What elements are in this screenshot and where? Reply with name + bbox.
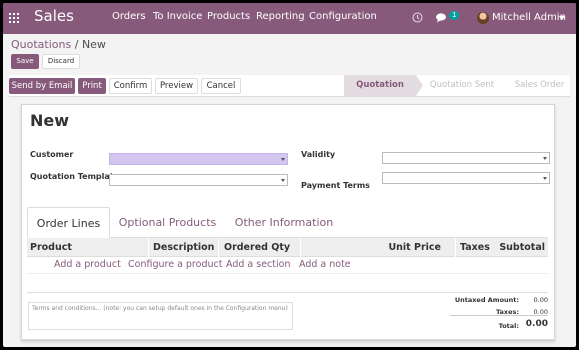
chevron-down-icon[interactable] (281, 179, 285, 182)
quotation-template-field[interactable] (109, 174, 288, 186)
menu-products[interactable]: Products (207, 11, 250, 22)
messages-icon[interactable] (436, 13, 448, 26)
status-sales-order[interactable]: Sales Order (509, 75, 570, 96)
status-quotation[interactable]: Quotation (344, 75, 416, 96)
configure-product-link[interactable]: Configure a product (128, 259, 222, 270)
app-window: Sales Orders To Invoice Products Reporti… (3, 3, 576, 347)
col-description[interactable]: Description (148, 238, 218, 257)
total-value: 0.00 (525, 319, 548, 329)
add-product-link[interactable]: Add a product (54, 259, 121, 270)
status-quotation-sent[interactable]: Quotation Sent (423, 75, 501, 96)
validity-label: Validity (301, 150, 336, 159)
breadcrumb-quotations[interactable]: Quotations (11, 38, 71, 51)
user-name[interactable]: Mitchell Admin (492, 12, 566, 23)
validity-field[interactable] (382, 152, 550, 164)
menu-to-invoice[interactable]: To Invoice (153, 11, 202, 22)
col-unit-price[interactable]: Unit Price (300, 238, 445, 257)
apps-menu-icon[interactable] (9, 13, 19, 23)
user-avatar[interactable] (477, 12, 489, 24)
col-subtotal[interactable]: Subtotal (497, 238, 545, 257)
add-section-link[interactable]: Add a section (226, 259, 290, 270)
untaxed-amount-value: 0.00 (533, 296, 548, 304)
payment-terms-label: Payment Terms (301, 181, 370, 190)
chevron-down-icon[interactable] (543, 177, 547, 180)
customer-field[interactable] (109, 153, 288, 165)
terms-and-conditions-field[interactable]: Terms and conditions... (note: you can s… (28, 302, 293, 330)
total-label: Total: (498, 322, 519, 330)
form-sheet: New Customer Quotation Template Validity… (21, 104, 555, 340)
add-note-link[interactable]: Add a note (299, 259, 351, 270)
tab-other-information[interactable]: Other Information (231, 207, 337, 238)
menu-configuration[interactable]: Configuration (309, 11, 377, 22)
quotation-template-label: Quotation Template (30, 172, 120, 181)
notebook-tabs: Order Lines Optional Products Other Info… (27, 207, 548, 238)
breadcrumb-separator: / (74, 38, 79, 51)
user-menu-chevron-down-icon[interactable] (559, 16, 565, 20)
order-lines-header: Product Description Ordered Qty Unit Pri… (27, 238, 548, 257)
messages-badge: 1 (449, 11, 460, 20)
menu-orders[interactable]: Orders (112, 11, 146, 22)
top-navbar: Sales Orders To Invoice Products Reporti… (3, 3, 576, 34)
save-button[interactable]: Save (11, 54, 39, 69)
untaxed-amount-label: Untaxed Amount: (454, 296, 519, 304)
payment-terms-field[interactable] (382, 172, 550, 184)
discard-button[interactable]: Discard (42, 54, 80, 69)
activity-clock-icon[interactable] (412, 12, 423, 26)
customer-label: Customer (30, 150, 74, 159)
col-taxes[interactable]: Taxes (455, 238, 493, 257)
totals-divider (450, 315, 548, 316)
breadcrumb: Quotations / New (11, 38, 106, 51)
table-row (27, 275, 548, 293)
col-ordered-qty[interactable]: Ordered Qty (218, 238, 300, 257)
chevron-down-icon[interactable] (543, 157, 547, 160)
tab-optional-products[interactable]: Optional Products (115, 207, 220, 238)
menu-reporting[interactable]: Reporting (256, 11, 305, 22)
chevron-down-icon[interactable] (281, 158, 285, 161)
tab-order-lines[interactable]: Order Lines (27, 207, 110, 238)
app-title: Sales (34, 7, 74, 25)
page-title: New (30, 111, 70, 130)
col-product[interactable]: Product (30, 238, 148, 257)
confirm-button[interactable]: Confirm (109, 78, 152, 94)
order-lines-actions: Add a product Configure a product Add a … (27, 258, 548, 274)
send-by-email-button[interactable]: Send by Email (9, 78, 75, 94)
status-arrow-icon (416, 75, 423, 96)
preview-button[interactable]: Preview (155, 78, 198, 94)
form-header: Send by Email Print Confirm Preview Canc… (9, 75, 570, 97)
cancel-button[interactable]: Cancel (201, 78, 241, 94)
print-button[interactable]: Print (78, 78, 106, 94)
breadcrumb-current: New (81, 38, 106, 51)
